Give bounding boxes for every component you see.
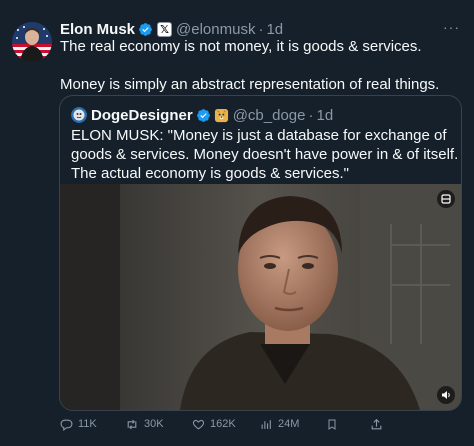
author-avatar[interactable] bbox=[12, 22, 52, 62]
tweet-header: Elon Musk 𝕏 @elonmusk · 1d bbox=[60, 19, 283, 39]
reply-icon bbox=[60, 419, 73, 431]
bookmark-icon bbox=[328, 419, 336, 430]
quoted-tweet-text: ELON MUSK: "Money is just a database for… bbox=[71, 127, 459, 182]
views-chart-icon bbox=[261, 419, 271, 429]
share-button[interactable] bbox=[370, 415, 388, 433]
like-button[interactable]: 162K bbox=[192, 415, 236, 433]
quoted-author-name[interactable]: DogeDesigner bbox=[91, 107, 193, 124]
tweet-timestamp[interactable]: 1d bbox=[266, 21, 283, 38]
separator-dot: · bbox=[308, 106, 314, 124]
tweet[interactable]: Elon Musk 𝕏 @elonmusk · 1d ··· The real … bbox=[0, 0, 474, 446]
author-name[interactable]: Elon Musk bbox=[60, 21, 135, 38]
bookmark-button[interactable] bbox=[326, 415, 343, 433]
repost-icon bbox=[127, 419, 137, 429]
quoted-tweet-timestamp[interactable]: 1d bbox=[316, 107, 333, 124]
tweet-paragraph: Money is simply an abstract representati… bbox=[60, 76, 440, 93]
quoted-author-avatar[interactable] bbox=[71, 107, 87, 123]
views-count: 24M bbox=[278, 418, 300, 430]
views-button[interactable]: 24M bbox=[260, 415, 299, 433]
tweet-actions: 11K 30K 162K 24M bbox=[60, 415, 460, 433]
like-count: 162K bbox=[210, 418, 236, 430]
separator-dot: · bbox=[258, 20, 264, 38]
tweet-text: The real economy is not money, it is goo… bbox=[60, 37, 460, 94]
verified-badge-icon[interactable] bbox=[138, 22, 153, 37]
repost-button[interactable]: 30K bbox=[125, 415, 164, 433]
collapse-media-icon[interactable] bbox=[437, 190, 455, 208]
doge-emoji-icon bbox=[214, 108, 229, 123]
heart-icon bbox=[192, 419, 205, 429]
volume-icon[interactable] bbox=[437, 386, 455, 404]
repost-count: 30K bbox=[144, 418, 164, 430]
quoted-author-handle[interactable]: @cb_doge bbox=[233, 107, 306, 124]
quoted-tweet[interactable]: DogeDesigner @cb_doge · 1d ELON MUSK: "M… bbox=[59, 95, 462, 411]
quoted-video[interactable] bbox=[60, 184, 461, 410]
tweet-paragraph: The real economy is not money, it is goo… bbox=[60, 38, 422, 55]
reply-button[interactable]: 11K bbox=[60, 415, 97, 433]
more-options-icon[interactable]: ··· bbox=[443, 19, 460, 35]
video-frame bbox=[60, 184, 461, 410]
verified-badge-icon[interactable] bbox=[196, 108, 211, 123]
quoted-tweet-header: DogeDesigner @cb_doge · 1d bbox=[71, 106, 333, 124]
share-icon bbox=[371, 418, 382, 429]
reply-count: 11K bbox=[78, 418, 97, 430]
author-handle[interactable]: @elonmusk bbox=[176, 21, 255, 38]
x-affiliation-badge-icon[interactable]: 𝕏 bbox=[157, 21, 173, 37]
